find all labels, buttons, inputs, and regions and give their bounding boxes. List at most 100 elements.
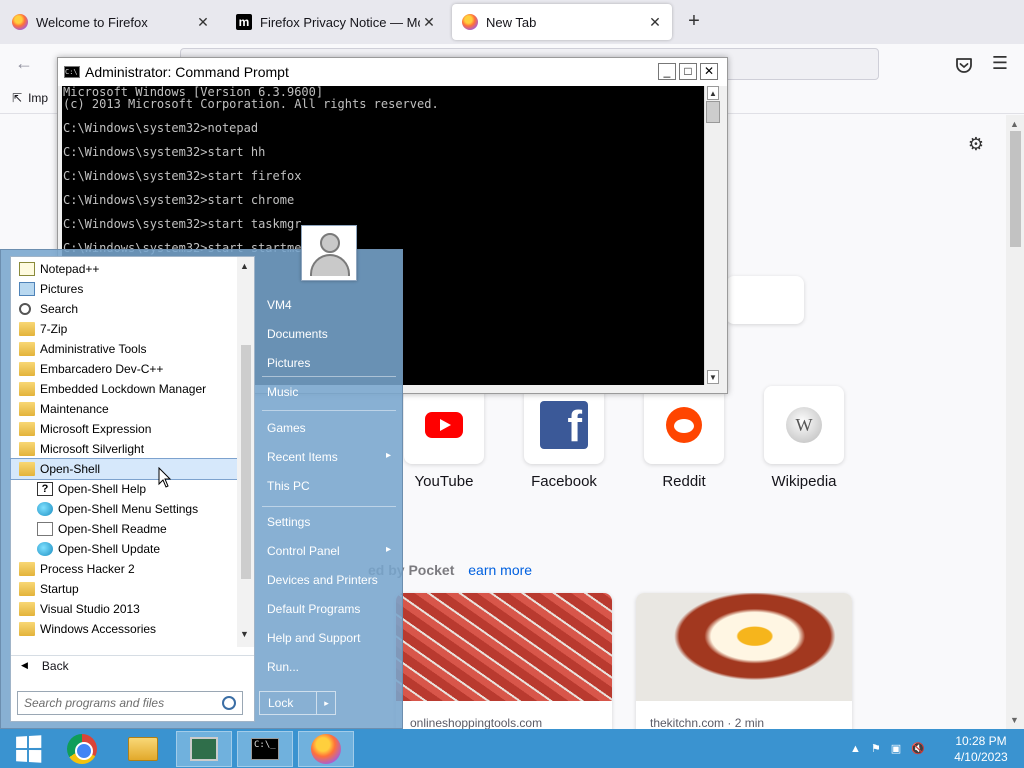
pocket-story-card[interactable]: thekitchn.com · 2 min	[636, 593, 852, 732]
top-site-tile	[644, 386, 724, 464]
menu-item-help-and-support[interactable]: Help and Support	[267, 631, 360, 645]
scroll-up-arrow-icon[interactable]: ▲	[240, 261, 249, 271]
windows-logo-icon	[16, 735, 42, 763]
tab-new-tab[interactable]: New Tab ✕	[452, 4, 672, 40]
menu-item-default-programs[interactable]: Default Programs	[267, 602, 360, 616]
close-icon[interactable]: ✕	[194, 14, 212, 31]
program-item[interactable]: Microsoft Expression	[11, 419, 237, 439]
search-icon[interactable]	[222, 696, 236, 710]
scrollbar-thumb[interactable]	[241, 345, 251, 579]
console-scrollbar[interactable]: ▲ ▼	[704, 86, 720, 385]
import-bookmarks-label: Imp	[28, 91, 49, 105]
menu-item-settings[interactable]: Settings	[267, 515, 310, 529]
scroll-down-arrow-icon[interactable]: ▼	[1010, 715, 1019, 725]
taskbar-clock[interactable]: 10:28 PM 4/10/2023	[948, 733, 1014, 765]
web-search-box[interactable]	[726, 276, 804, 324]
gear-icon[interactable]: ⚙	[966, 134, 986, 154]
pocket-story-card[interactable]: onlineshoppingtools.com	[396, 593, 612, 732]
program-label: Visual Studio 2013	[40, 602, 140, 616]
scroll-up-arrow-icon[interactable]: ▲	[707, 86, 719, 100]
maximize-button[interactable]: □	[679, 63, 697, 80]
scrollbar-thumb[interactable]	[706, 101, 720, 123]
task-manager-taskbar-button[interactable]	[176, 731, 232, 767]
menu-item-music[interactable]: Music	[267, 385, 298, 399]
network-icon[interactable]: ▣	[891, 742, 901, 755]
import-bookmarks-button[interactable]: ⇱ Imp	[12, 91, 48, 105]
top-site-youtube[interactable]: YouTube	[404, 386, 484, 490]
lock-label: Lock	[268, 696, 294, 710]
lock-options-arrow-icon[interactable]: ▸	[316, 692, 336, 714]
command-prompt-taskbar-button[interactable]: C:\_	[237, 731, 293, 767]
program-item[interactable]: Open-Shell	[10, 458, 238, 480]
program-item[interactable]: Pictures	[11, 279, 237, 299]
start-button[interactable]	[0, 731, 56, 767]
program-item[interactable]: Open-Shell Menu Settings	[11, 499, 237, 519]
top-site-facebook[interactable]: f Facebook	[524, 386, 604, 490]
window-titlebar[interactable]: C:\ Administrator: Command Prompt _ □ ✕	[58, 58, 727, 86]
menu-item-run[interactable]: Run...	[267, 660, 299, 674]
program-item[interactable]: Maintenance	[11, 399, 237, 419]
program-item[interactable]: Startup	[11, 579, 237, 599]
firefox-taskbar-button[interactable]	[298, 731, 354, 767]
program-item[interactable]: Embedded Lockdown Manager	[11, 379, 237, 399]
program-item[interactable]: Visual Studio 2013	[11, 599, 237, 619]
chrome-taskbar-button[interactable]	[54, 731, 110, 767]
tab-welcome-to-firefox[interactable]: Welcome to Firefox ✕	[2, 4, 220, 40]
top-site-reddit[interactable]: Reddit	[644, 386, 724, 490]
menu-item-vm4[interactable]: VM4	[267, 298, 292, 312]
action-center-flag-icon[interactable]: ⚑	[871, 742, 881, 755]
program-item[interactable]: Microsoft Silverlight	[11, 439, 237, 459]
close-icon[interactable]: ✕	[646, 14, 664, 31]
tab-title: Welcome to Firefox	[36, 14, 148, 30]
program-item[interactable]: Embarcadero Dev-C++	[11, 359, 237, 379]
programs-scrollbar[interactable]: ▲ ▼	[237, 257, 254, 647]
search-programs-input[interactable]: Search programs and files	[17, 691, 243, 715]
learn-more-link[interactable]: earn more	[468, 562, 532, 578]
new-tab-button[interactable]: +	[682, 10, 706, 34]
story-source: onlineshoppingtools.com	[410, 716, 543, 730]
volume-muted-icon[interactable]: 🔇	[911, 742, 925, 755]
user-avatar[interactable]	[301, 225, 357, 281]
menu-item-devices-and-printers[interactable]: Devices and Printers	[267, 573, 378, 587]
program-label: Embarcadero Dev-C++	[40, 362, 164, 376]
story-source: thekitchn.com · 2 min	[650, 716, 765, 730]
back-button[interactable]: ◀ Back	[11, 655, 254, 675]
task-manager-icon	[190, 737, 218, 761]
menu-item-control-panel[interactable]: Control Panel	[267, 544, 391, 558]
program-item[interactable]: Process Hacker 2	[11, 559, 237, 579]
menu-item-games[interactable]: Games	[267, 421, 306, 435]
menu-item-pictures[interactable]: Pictures	[267, 356, 310, 370]
scrollbar-thumb[interactable]	[1010, 131, 1021, 247]
program-label: Open-Shell Help	[58, 482, 147, 496]
close-icon[interactable]: ✕	[420, 14, 438, 31]
menu-item-recent-items[interactable]: Recent Items	[267, 450, 391, 464]
program-label: Open-Shell Update	[58, 542, 161, 556]
program-item[interactable]: Windows Accessories	[11, 619, 237, 639]
top-site-wikipedia[interactable]: W Wikipedia	[764, 386, 844, 490]
program-item[interactable]: Open-Shell Update	[11, 539, 237, 559]
top-site-label: Reddit	[662, 473, 706, 490]
pocket-icon[interactable]	[953, 54, 975, 76]
scroll-down-arrow-icon[interactable]: ▼	[240, 629, 249, 639]
close-button[interactable]: ✕	[700, 63, 718, 80]
program-item[interactable]: 7-Zip	[11, 319, 237, 339]
program-item[interactable]: ? Open-Shell Help	[11, 479, 237, 499]
program-item[interactable]: Search	[11, 299, 237, 319]
scroll-down-arrow-icon[interactable]: ▼	[707, 370, 719, 384]
program-label: 7-Zip	[40, 322, 68, 336]
facebook-logo-icon: f	[540, 401, 588, 449]
minimize-button[interactable]: _	[658, 63, 676, 80]
show-hidden-icons-icon[interactable]: ▲	[850, 743, 861, 755]
lock-button[interactable]: Lock ▸	[259, 691, 336, 715]
file-explorer-taskbar-button[interactable]	[115, 731, 171, 767]
program-item[interactable]: Administrative Tools	[11, 339, 237, 359]
menu-item-this-pc[interactable]: This PC	[267, 479, 310, 493]
back-button[interactable]: ←	[12, 53, 36, 77]
program-item[interactable]: Open-Shell Readme	[11, 519, 237, 539]
program-item[interactable]: Notepad++	[11, 259, 237, 279]
scroll-up-arrow-icon[interactable]: ▲	[1010, 119, 1019, 129]
tab-firefox-privacy-notice[interactable]: m Firefox Privacy Notice — Mozilla ✕	[226, 4, 446, 40]
hamburger-menu-icon[interactable]: ☰	[990, 54, 1010, 74]
top-site-label: YouTube	[414, 473, 474, 490]
menu-item-documents[interactable]: Documents	[267, 327, 328, 341]
